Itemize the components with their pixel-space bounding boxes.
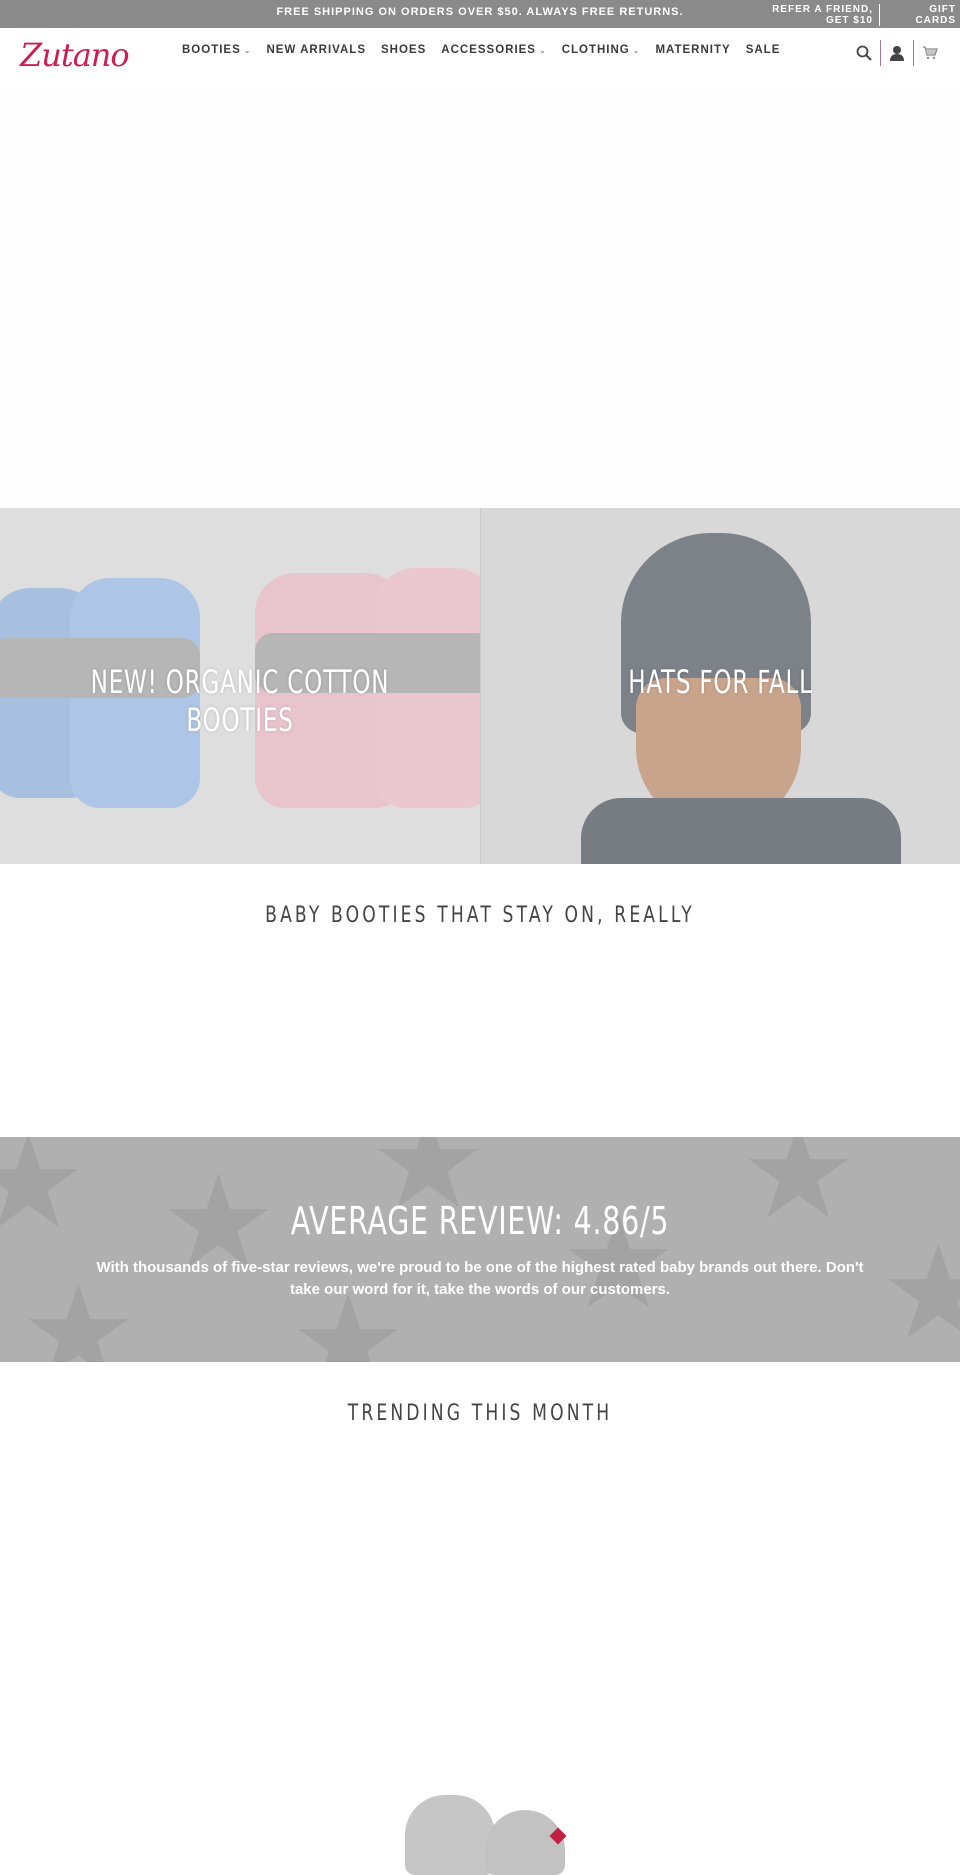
promo-tiles: NEW! ORGANIC COTTON BOOTIES HATS FOR FAL… xyxy=(0,508,960,864)
cart-button[interactable] xyxy=(916,40,944,66)
nav-maternity[interactable]: MATERNITY xyxy=(655,44,730,56)
nav-label: NEW ARRIVALS xyxy=(266,44,366,56)
refer-friend-link[interactable]: REFER A FRIEND, GET $10 xyxy=(770,4,880,26)
nav-label: MATERNITY xyxy=(655,44,731,56)
trending-product-image[interactable] xyxy=(395,1790,585,1875)
search-button[interactable] xyxy=(850,40,878,66)
chevron-down-icon: ⌄ xyxy=(632,46,641,55)
nav-label: BOOTIES xyxy=(182,44,241,56)
baby-jacket-image xyxy=(581,798,901,864)
nav-booties[interactable]: BOOTIES ⌄ xyxy=(182,44,251,56)
zutano-logo[interactable]: Zutano xyxy=(20,36,130,74)
promo-tile-hats[interactable]: HATS FOR FALL xyxy=(480,508,960,864)
nav-label: CLOTHING xyxy=(561,44,630,56)
nav-accessories[interactable]: ACCESSORIES ⌄ xyxy=(441,44,546,56)
average-review-title: AVERAGE REVIEW: 4.86/5 xyxy=(290,1199,670,1243)
divider xyxy=(880,40,881,66)
header-icons xyxy=(850,40,944,66)
grey-bootie-image xyxy=(405,1795,495,1875)
nav-label: ACCESSORIES xyxy=(441,44,536,56)
account-icon xyxy=(890,46,904,61)
gift-cards-link[interactable]: GIFT CARDS xyxy=(896,4,956,26)
site-header: Zutano BOOTIES ⌄ NEW ARRIVALS SHOES ACCES… xyxy=(0,28,960,88)
divider xyxy=(913,40,914,66)
nav-label: SHOES xyxy=(381,44,427,56)
booties-heading: BABY BOOTIES THAT STAY ON, REALLY xyxy=(265,903,695,928)
chevron-down-icon: ⌄ xyxy=(538,46,547,55)
reviews-banner: ★ ★ ★ ★ ★ ★ ★ ★ AVERAGE REVIEW: 4.86/5 W… xyxy=(0,1137,960,1362)
announcement-bar: FREE SHIPPING ON ORDERS OVER $50. ALWAYS… xyxy=(0,0,960,28)
chevron-down-icon: ⌄ xyxy=(243,46,252,55)
main-nav: BOOTIES ⌄ NEW ARRIVALS SHOES ACCESSORIES ⌄… xyxy=(182,44,795,56)
tile-title: NEW! ORGANIC COTTON BOOTIES xyxy=(90,663,390,739)
nav-shoes[interactable]: SHOES xyxy=(381,44,426,56)
nav-sale[interactable]: SALE xyxy=(746,44,781,56)
star-decoration-icon: ★ xyxy=(0,1137,87,1255)
search-icon xyxy=(856,45,872,61)
nav-label: SALE xyxy=(745,44,781,56)
nav-new-arrivals[interactable]: NEW ARRIVALS xyxy=(266,44,366,56)
cart-icon xyxy=(923,46,938,60)
account-button[interactable] xyxy=(883,40,911,66)
star-decoration-icon: ★ xyxy=(880,1219,960,1362)
promo-tile-booties[interactable]: NEW! ORGANIC COTTON BOOTIES xyxy=(0,508,480,864)
reviews-description: With thousands of five-star reviews, we'… xyxy=(96,1259,864,1298)
grey-bootie-image xyxy=(485,1810,565,1875)
nav-clothing[interactable]: CLOTHING ⌄ xyxy=(562,44,641,56)
hero-banner xyxy=(0,88,960,508)
trending-heading: TRENDING THIS MONTH xyxy=(347,1401,613,1426)
tile-title: HATS FOR FALL xyxy=(628,663,813,701)
